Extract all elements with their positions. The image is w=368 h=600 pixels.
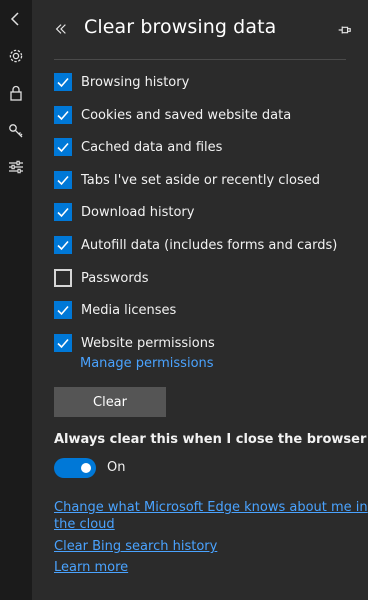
checkbox[interactable] xyxy=(54,301,72,319)
page-title: Clear browsing data xyxy=(84,16,277,38)
option-tabs-set-aside[interactable]: Tabs I've set aside or recently closed xyxy=(54,168,320,192)
option-browsing-history[interactable]: Browsing history xyxy=(54,70,189,94)
checkmark-icon xyxy=(57,110,69,121)
option-label: Tabs I've set aside or recently closed xyxy=(81,172,321,188)
lock-icon xyxy=(10,85,22,101)
option-label: Media licenses xyxy=(81,302,177,318)
privacy-button[interactable] xyxy=(0,77,32,109)
checkmark-icon xyxy=(57,142,69,153)
option-label: Autofill data (includes forms and cards) xyxy=(81,237,338,253)
option-label: Cookies and saved website data xyxy=(81,107,292,123)
learn-more-link[interactable]: Learn more xyxy=(54,559,128,576)
option-label: Download history xyxy=(81,204,195,220)
always-clear-toggle[interactable] xyxy=(54,458,96,478)
advanced-button[interactable] xyxy=(0,151,32,183)
option-website-permissions[interactable]: Website permissions xyxy=(54,331,215,355)
toggle-knob xyxy=(81,463,91,473)
option-cookies[interactable]: Cookies and saved website data xyxy=(54,103,291,127)
pin-icon xyxy=(338,26,351,34)
passwords-button[interactable] xyxy=(0,114,32,146)
manage-permissions-link[interactable]: Manage permissions xyxy=(80,356,214,371)
checkmark-icon xyxy=(57,207,69,218)
option-label: Website permissions xyxy=(81,335,215,351)
option-passwords[interactable]: Passwords xyxy=(54,266,149,290)
link-line-2: the cloud xyxy=(54,517,115,532)
gear-icon xyxy=(9,49,23,63)
checkbox[interactable] xyxy=(54,203,72,221)
toggle-state-text: On xyxy=(107,460,126,475)
checkbox[interactable] xyxy=(54,106,72,124)
header-divider xyxy=(54,59,346,60)
panel-header: Clear browsing data xyxy=(32,0,368,60)
link-line-1: Change what Microsoft Edge knows about m… xyxy=(54,500,368,515)
option-label: Cached data and files xyxy=(81,139,223,155)
option-label: Passwords xyxy=(81,270,149,286)
left-rail xyxy=(0,0,32,600)
checkbox[interactable] xyxy=(54,334,72,352)
settings-button[interactable] xyxy=(0,40,32,72)
checkbox[interactable] xyxy=(54,138,72,156)
option-download-history[interactable]: Download history xyxy=(54,200,194,224)
checkmark-icon xyxy=(57,338,69,349)
pin-button[interactable] xyxy=(334,20,354,40)
collapse-back-button[interactable] xyxy=(0,3,32,35)
key-icon xyxy=(9,124,23,138)
checkmark-icon xyxy=(57,77,69,88)
option-cached-data[interactable]: Cached data and files xyxy=(54,135,222,159)
always-clear-label: Always clear this when I close the brows… xyxy=(54,432,367,447)
checkbox[interactable] xyxy=(54,171,72,189)
option-label: Browsing history xyxy=(81,74,190,90)
option-media-licenses[interactable]: Media licenses xyxy=(54,298,176,322)
checkmark-icon xyxy=(57,175,69,186)
back-button[interactable] xyxy=(50,18,72,40)
edge-knows-about-me-link[interactable]: Change what Microsoft Edge knows about m… xyxy=(54,499,368,533)
checkbox[interactable] xyxy=(54,73,72,91)
clear-browsing-data-panel: Clear browsing data Browsing history Coo… xyxy=(32,0,368,600)
checkmark-icon xyxy=(57,240,69,251)
checkmark-icon xyxy=(57,305,69,316)
option-autofill-data[interactable]: Autofill data (includes forms and cards) xyxy=(54,233,337,257)
clear-bing-history-link[interactable]: Clear Bing search history xyxy=(54,538,217,555)
double-chevron-left-icon xyxy=(55,24,66,34)
checkbox[interactable] xyxy=(54,269,72,287)
sliders-icon xyxy=(9,160,23,174)
checkbox[interactable] xyxy=(54,236,72,254)
chevron-left-icon xyxy=(10,12,19,26)
clear-button[interactable]: Clear xyxy=(54,387,166,417)
